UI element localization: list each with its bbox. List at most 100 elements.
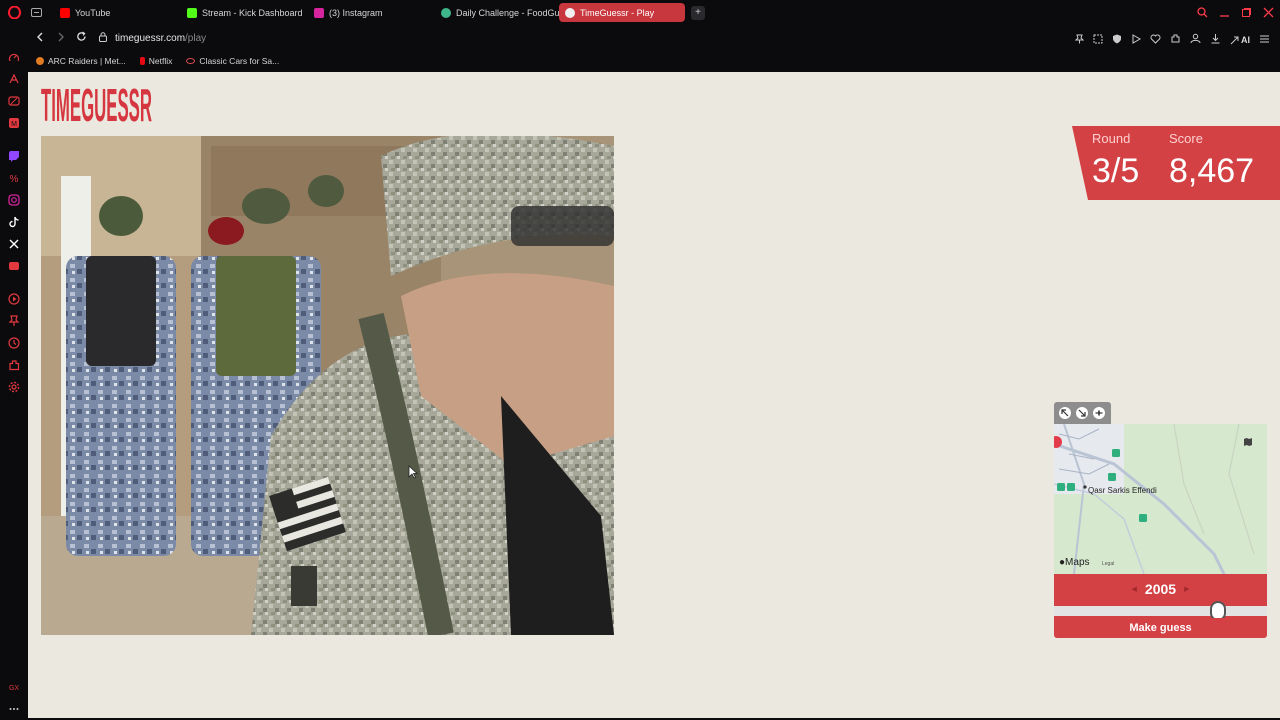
heart-icon[interactable] — [1150, 31, 1161, 49]
score-value: 8,467 — [1169, 152, 1255, 190]
bookmark-label: Classic Cars for Sa... — [199, 56, 280, 66]
round-label: Round — [1092, 131, 1131, 146]
bookmark-classic-cars[interactable]: Classic Cars for Sa... — [186, 56, 279, 66]
year-increase-icon[interactable]: ▶ — [1184, 585, 1189, 593]
road-badge-icon — [1108, 468, 1116, 486]
road-badge-icon — [1057, 478, 1075, 496]
shield-icon[interactable] — [1112, 31, 1122, 49]
map-view[interactable]: Qasr Sarkis Effendi ●Maps Legal — [1054, 424, 1267, 574]
netflix-icon — [139, 57, 145, 65]
snapshot-icon[interactable] — [1093, 31, 1103, 49]
extensions-icon[interactable] — [1170, 31, 1181, 49]
pin-icon[interactable] — [1074, 31, 1085, 49]
road-badge-icon — [1139, 509, 1147, 527]
youtube-icon — [60, 7, 70, 18]
bookmarks-bar: ARC Raiders | Met... Netflix Classic Car… — [28, 51, 1280, 71]
reload-icon[interactable] — [76, 29, 87, 47]
url-field[interactable]: timeguessr.com/play — [99, 31, 207, 45]
tab-foodguessr[interactable]: Daily Challenge - FoodGue — [435, 3, 559, 22]
gaming-icon[interactable] — [8, 95, 20, 107]
round-photo[interactable] — [41, 136, 614, 635]
pinboard-icon[interactable] — [8, 315, 20, 327]
foodguessr-icon — [441, 7, 451, 18]
bookmark-netflix[interactable]: Netflix — [139, 56, 173, 66]
svg-text:GX: GX — [9, 685, 19, 692]
year-value: 2005 — [1144, 581, 1177, 597]
tab-label: Stream - Kick Dashboard — [202, 7, 303, 18]
play-icon[interactable] — [1131, 31, 1142, 49]
player-icon[interactable] — [8, 293, 20, 305]
back-icon[interactable] — [36, 29, 45, 47]
map-place-label: Qasr Sarkis Effendi — [1088, 486, 1157, 495]
year-slider[interactable] — [1054, 601, 1267, 621]
close-icon[interactable] — [1263, 5, 1274, 23]
ai-sidebar-icon[interactable] — [8, 73, 20, 85]
tab-label: TimeGuessr - Play — [580, 7, 655, 18]
arc-raiders-icon — [36, 57, 44, 65]
instagram-icon — [314, 7, 324, 18]
download-icon[interactable] — [1210, 31, 1221, 49]
lock-icon — [99, 31, 107, 45]
tab-label: (3) Instagram — [329, 7, 383, 18]
classic-cars-icon — [186, 58, 196, 64]
tiktok-icon[interactable] — [8, 216, 20, 228]
svg-text:%: % — [10, 174, 19, 184]
expand-map-icon[interactable] — [1059, 407, 1071, 419]
page-content: TIMEGUESSR Round Score 3/5 8,467 Qasr Sa… — [28, 72, 1280, 718]
tab-kick[interactable]: Stream - Kick Dashboard — [181, 3, 308, 22]
year-display: ◀ 2005 ▶ — [1054, 574, 1267, 604]
score-label: Score — [1169, 131, 1203, 146]
workspaces-icon[interactable] — [28, 8, 44, 17]
x-twitter-icon[interactable] — [8, 238, 20, 250]
apple-maps-brand: ●Maps — [1059, 557, 1090, 568]
tab-label: YouTube — [75, 7, 111, 18]
profile-icon[interactable] — [1190, 31, 1201, 49]
opera-logo-icon[interactable] — [0, 6, 28, 19]
gx-icon[interactable]: GX — [8, 681, 20, 693]
timeguessr-logo[interactable]: TIMEGUESSR — [41, 79, 153, 131]
restore-icon[interactable] — [1241, 5, 1252, 23]
twitch-icon[interactable] — [8, 150, 20, 162]
bookmark-arc-raiders[interactable]: ARC Raiders | Met... — [36, 56, 126, 66]
history-icon[interactable] — [8, 337, 20, 349]
speed-dial-icon[interactable] — [8, 52, 20, 64]
tab-bar: YouTube Stream - Kick Dashboard (3) Inst… — [0, 0, 1280, 25]
make-guess-button[interactable]: Make guess — [1054, 618, 1267, 638]
guess-map-widget: Qasr Sarkis Effendi ●Maps Legal ◀ 2005 ▶… — [1054, 402, 1267, 638]
instagram-sidebar-icon[interactable] — [8, 194, 20, 206]
address-bar: timeguessr.com/play AI — [28, 25, 1280, 51]
tab-timeguessr[interactable]: TimeGuessr - Play — [559, 3, 685, 22]
bookmark-label: ARC Raiders | Met... — [48, 56, 126, 66]
timeguessr-icon — [565, 7, 575, 18]
road-badge-icon — [1112, 444, 1120, 462]
tab-youtube[interactable]: YouTube — [54, 3, 181, 22]
forward-icon[interactable] — [56, 29, 65, 47]
sidebar: M % GX — [0, 25, 28, 720]
minimize-icon[interactable] — [1219, 5, 1230, 23]
bookmark-label: Netflix — [148, 56, 173, 66]
url-host: timeguessr.com — [115, 32, 186, 44]
map-legal-link[interactable]: Legal — [1102, 561, 1114, 567]
percent-icon[interactable]: % — [8, 172, 20, 184]
extension-red-icon[interactable] — [8, 260, 20, 272]
tab-instagram[interactable]: (3) Instagram — [308, 3, 435, 22]
new-tab-button[interactable]: + — [691, 5, 705, 20]
aria-ai-button[interactable]: AI — [1230, 35, 1250, 45]
url-path: /play — [185, 32, 207, 44]
search-tabs-icon[interactable] — [1197, 5, 1208, 23]
slider-track[interactable] — [1054, 606, 1267, 616]
year-decrease-icon[interactable]: ◀ — [1132, 585, 1137, 593]
map-toolbar — [1054, 402, 1111, 424]
svg-text:M: M — [11, 121, 17, 128]
mouse-cursor-icon — [408, 465, 419, 484]
round-score-panel: Round Score 3/5 8,467 — [1072, 126, 1280, 200]
maps-brand-text: Maps — [1065, 557, 1090, 568]
settings-gear-icon[interactable] — [8, 381, 20, 393]
messenger-icon[interactable]: M — [8, 117, 20, 129]
pin-map-icon[interactable] — [1093, 407, 1105, 419]
extensions-sidebar-icon[interactable] — [8, 359, 20, 371]
menu-icon[interactable] — [1259, 31, 1270, 49]
more-icon[interactable] — [8, 703, 20, 715]
shrink-map-icon[interactable] — [1076, 407, 1088, 419]
map-style-icon[interactable] — [1243, 434, 1253, 452]
